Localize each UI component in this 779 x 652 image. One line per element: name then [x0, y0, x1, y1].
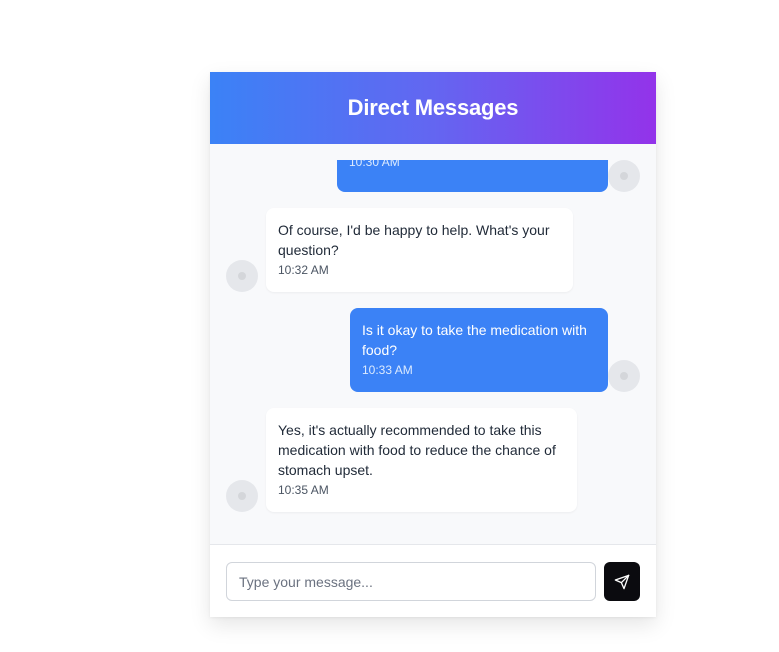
composer-bar	[210, 544, 656, 617]
user-avatar	[608, 160, 640, 192]
message-time: 10:33 AM	[362, 363, 413, 377]
contact-avatar	[226, 260, 258, 292]
message-text: Is it okay to take the medication with f…	[362, 322, 587, 358]
contact-avatar	[226, 480, 258, 512]
chat-window: Direct Messages 10:30 AM Of course, I'd …	[210, 72, 656, 617]
chat-header: Direct Messages	[210, 72, 656, 144]
message-input[interactable]	[226, 562, 596, 601]
message-list[interactable]: 10:30 AM Of course, I'd be happy to help…	[210, 160, 656, 544]
send-button[interactable]	[604, 562, 640, 601]
message-time: 10:35 AM	[278, 483, 329, 497]
message-text: Yes, it's actually recommended to take t…	[278, 422, 556, 478]
message-time: 10:32 AM	[278, 263, 329, 277]
send-icon	[614, 574, 630, 589]
message-outgoing: 10:30 AM	[337, 160, 608, 192]
message-incoming: Of course, I'd be happy to help. What's …	[266, 208, 573, 292]
message-text: Of course, I'd be happy to help. What's …	[278, 222, 550, 258]
message-outgoing: Is it okay to take the medication with f…	[350, 308, 608, 392]
message-time: 10:30 AM	[349, 160, 400, 169]
message-incoming: Yes, it's actually recommended to take t…	[266, 408, 577, 512]
user-avatar	[608, 360, 640, 392]
chat-title: Direct Messages	[347, 95, 519, 120]
